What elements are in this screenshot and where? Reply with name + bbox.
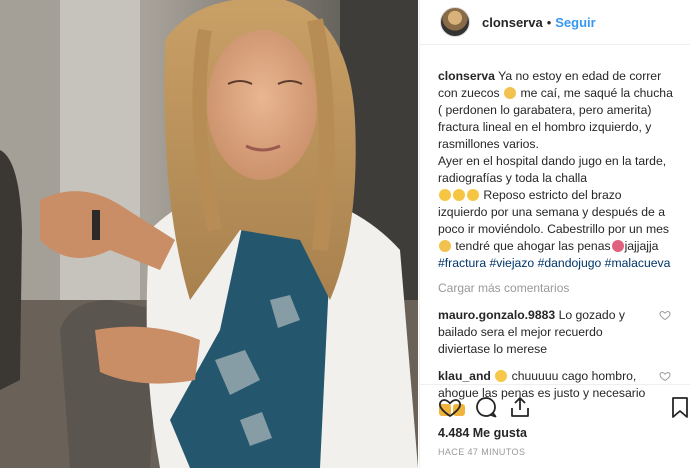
sad-face-emoji-icon	[504, 87, 517, 99]
share-icon[interactable]	[508, 395, 532, 419]
post-timestamp[interactable]: HACE 47 MINUTOS	[438, 447, 525, 457]
post-photo[interactable]	[0, 0, 418, 468]
comment-item: mauro.gonzalo.9883 Lo gozado y bailado s…	[438, 307, 673, 358]
comment-username[interactable]: mauro.gonzalo.9883	[438, 308, 555, 322]
laughing-emoji-icon	[439, 189, 451, 201]
header-username[interactable]: clonserva	[482, 15, 543, 30]
comment-heart-icon[interactable]	[659, 370, 671, 382]
post-side-panel: clonserva • Seguir clonserva Ya no estoy…	[419, 0, 690, 468]
follow-button[interactable]: Seguir	[555, 15, 595, 30]
load-more-comments-button[interactable]: Cargar más comentarios	[438, 280, 673, 297]
caption-text-part5: jajjajja	[624, 239, 659, 253]
bookmark-icon[interactable]	[668, 395, 690, 419]
comment-username[interactable]: klau_and	[438, 369, 491, 383]
caption-text-part2: me caí, me saqué la chucha ( perdonen lo…	[438, 86, 673, 185]
header-separator: •	[546, 14, 552, 30]
comment-icon[interactable]	[474, 395, 498, 419]
laughing-emoji-icon	[467, 189, 479, 201]
sad-face-emoji-icon	[439, 240, 451, 252]
comment-heart-icon[interactable]	[659, 309, 671, 321]
avatar[interactable]	[440, 7, 470, 37]
heart-icon[interactable]	[438, 395, 462, 419]
likes-count[interactable]: 4.484 Me gusta	[438, 426, 527, 440]
post-actions-bar	[420, 384, 690, 425]
laughing-emoji-icon	[453, 189, 465, 201]
caption: clonserva Ya no estoy en edad de correr …	[438, 68, 673, 272]
post-header: clonserva • Seguir	[420, 0, 690, 45]
comments-section: clonserva Ya no estoy en edad de correr …	[420, 54, 690, 416]
wine-glass-emoji-icon	[611, 240, 624, 252]
caption-username[interactable]: clonserva	[438, 69, 495, 83]
caption-text-part4: tendré que ahogar las penas	[455, 239, 611, 253]
screaming-face-emoji-icon	[495, 370, 508, 382]
post-photo-illustration	[0, 0, 418, 468]
caption-hashtags[interactable]: #fractura #viejazo #dandojugo #malacueva	[438, 256, 670, 270]
